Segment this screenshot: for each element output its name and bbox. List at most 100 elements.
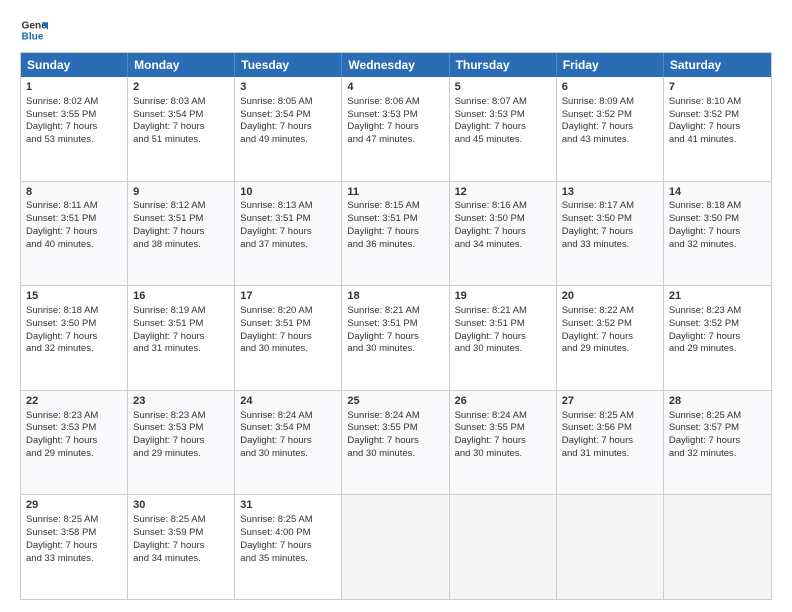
sunset-text: Sunset: 3:53 PM: [455, 109, 525, 120]
page: General Blue SundayMondayTuesdayWednesda…: [0, 0, 792, 612]
daylight-text: Daylight: 7 hours: [347, 121, 418, 132]
day-number: 31: [240, 498, 336, 513]
daylight-text: Daylight: 7 hours: [669, 435, 740, 446]
svg-text:Blue: Blue: [22, 31, 44, 42]
calendar-cell: 11Sunrise: 8:15 AMSunset: 3:51 PMDayligh…: [342, 182, 449, 286]
daylight-text: Daylight: 7 hours: [562, 435, 633, 446]
daylight-text: Daylight: 7 hours: [455, 121, 526, 132]
daylight-text: Daylight: 7 hours: [455, 331, 526, 342]
sunrise-text: Sunrise: 8:02 AM: [26, 96, 98, 107]
day-number: 7: [669, 80, 766, 95]
daylight-minutes: and 30 minutes.: [347, 343, 415, 354]
day-number: 17: [240, 289, 336, 304]
daylight-text: Daylight: 7 hours: [347, 435, 418, 446]
sunset-text: Sunset: 3:51 PM: [240, 318, 310, 329]
calendar-cell: 3Sunrise: 8:05 AMSunset: 3:54 PMDaylight…: [235, 77, 342, 181]
daylight-minutes: and 29 minutes.: [669, 343, 737, 354]
daylight-minutes: and 43 minutes.: [562, 134, 630, 145]
daylight-minutes: and 29 minutes.: [133, 448, 201, 459]
sunrise-text: Sunrise: 8:17 AM: [562, 200, 634, 211]
daylight-minutes: and 32 minutes.: [26, 343, 94, 354]
sunrise-text: Sunrise: 8:19 AM: [133, 305, 205, 316]
calendar-cell: 17Sunrise: 8:20 AMSunset: 3:51 PMDayligh…: [235, 286, 342, 390]
calendar-cell: [450, 495, 557, 599]
sunset-text: Sunset: 3:53 PM: [26, 422, 96, 433]
calendar-cell: 2Sunrise: 8:03 AMSunset: 3:54 PMDaylight…: [128, 77, 235, 181]
sunset-text: Sunset: 3:54 PM: [133, 109, 203, 120]
day-number: 14: [669, 185, 766, 200]
sunrise-text: Sunrise: 8:21 AM: [347, 305, 419, 316]
sunset-text: Sunset: 3:50 PM: [562, 213, 632, 224]
daylight-minutes: and 30 minutes.: [347, 448, 415, 459]
sunrise-text: Sunrise: 8:09 AM: [562, 96, 634, 107]
header-cell-monday: Monday: [128, 53, 235, 77]
sunset-text: Sunset: 3:52 PM: [562, 109, 632, 120]
daylight-text: Daylight: 7 hours: [455, 226, 526, 237]
daylight-text: Daylight: 7 hours: [669, 121, 740, 132]
sunrise-text: Sunrise: 8:20 AM: [240, 305, 312, 316]
sunrise-text: Sunrise: 8:25 AM: [133, 514, 205, 525]
daylight-text: Daylight: 7 hours: [669, 331, 740, 342]
daylight-text: Daylight: 7 hours: [26, 226, 97, 237]
daylight-minutes: and 34 minutes.: [133, 553, 201, 564]
daylight-minutes: and 30 minutes.: [240, 343, 308, 354]
daylight-text: Daylight: 7 hours: [347, 226, 418, 237]
calendar-cell: 10Sunrise: 8:13 AMSunset: 3:51 PMDayligh…: [235, 182, 342, 286]
day-number: 13: [562, 185, 658, 200]
daylight-minutes: and 32 minutes.: [669, 448, 737, 459]
sunrise-text: Sunrise: 8:10 AM: [669, 96, 741, 107]
sunrise-text: Sunrise: 8:21 AM: [455, 305, 527, 316]
calendar-cell: 7Sunrise: 8:10 AMSunset: 3:52 PMDaylight…: [664, 77, 771, 181]
header-cell-wednesday: Wednesday: [342, 53, 449, 77]
daylight-minutes: and 37 minutes.: [240, 239, 308, 250]
header: General Blue: [20, 16, 772, 44]
calendar-cell: 4Sunrise: 8:06 AMSunset: 3:53 PMDaylight…: [342, 77, 449, 181]
daylight-minutes: and 29 minutes.: [562, 343, 630, 354]
calendar-row-5: 29Sunrise: 8:25 AMSunset: 3:58 PMDayligh…: [21, 494, 771, 599]
calendar-cell: 28Sunrise: 8:25 AMSunset: 3:57 PMDayligh…: [664, 391, 771, 495]
daylight-minutes: and 31 minutes.: [133, 343, 201, 354]
calendar-cell: 15Sunrise: 8:18 AMSunset: 3:50 PMDayligh…: [21, 286, 128, 390]
sunrise-text: Sunrise: 8:11 AM: [26, 200, 98, 211]
calendar-cell: [664, 495, 771, 599]
daylight-minutes: and 51 minutes.: [133, 134, 201, 145]
sunrise-text: Sunrise: 8:24 AM: [455, 410, 527, 421]
sunset-text: Sunset: 3:54 PM: [240, 422, 310, 433]
calendar-cell: 6Sunrise: 8:09 AMSunset: 3:52 PMDaylight…: [557, 77, 664, 181]
calendar: SundayMondayTuesdayWednesdayThursdayFrid…: [20, 52, 772, 600]
sunset-text: Sunset: 4:00 PM: [240, 527, 310, 538]
calendar-cell: [342, 495, 449, 599]
sunrise-text: Sunrise: 8:18 AM: [26, 305, 98, 316]
calendar-row-2: 8Sunrise: 8:11 AMSunset: 3:51 PMDaylight…: [21, 181, 771, 286]
sunrise-text: Sunrise: 8:12 AM: [133, 200, 205, 211]
sunrise-text: Sunrise: 8:24 AM: [240, 410, 312, 421]
calendar-cell: 13Sunrise: 8:17 AMSunset: 3:50 PMDayligh…: [557, 182, 664, 286]
sunrise-text: Sunrise: 8:07 AM: [455, 96, 527, 107]
daylight-minutes: and 35 minutes.: [240, 553, 308, 564]
daylight-text: Daylight: 7 hours: [455, 435, 526, 446]
sunset-text: Sunset: 3:51 PM: [26, 213, 96, 224]
daylight-text: Daylight: 7 hours: [240, 121, 311, 132]
sunrise-text: Sunrise: 8:25 AM: [562, 410, 634, 421]
day-number: 22: [26, 394, 122, 409]
day-number: 2: [133, 80, 229, 95]
day-number: 4: [347, 80, 443, 95]
sunset-text: Sunset: 3:55 PM: [455, 422, 525, 433]
calendar-cell: 27Sunrise: 8:25 AMSunset: 3:56 PMDayligh…: [557, 391, 664, 495]
sunrise-text: Sunrise: 8:13 AM: [240, 200, 312, 211]
calendar-cell: 23Sunrise: 8:23 AMSunset: 3:53 PMDayligh…: [128, 391, 235, 495]
sunset-text: Sunset: 3:59 PM: [133, 527, 203, 538]
day-number: 25: [347, 394, 443, 409]
sunset-text: Sunset: 3:51 PM: [240, 213, 310, 224]
calendar-cell: 21Sunrise: 8:23 AMSunset: 3:52 PMDayligh…: [664, 286, 771, 390]
sunrise-text: Sunrise: 8:05 AM: [240, 96, 312, 107]
sunset-text: Sunset: 3:53 PM: [347, 109, 417, 120]
calendar-cell: 16Sunrise: 8:19 AMSunset: 3:51 PMDayligh…: [128, 286, 235, 390]
daylight-minutes: and 38 minutes.: [133, 239, 201, 250]
calendar-cell: 25Sunrise: 8:24 AMSunset: 3:55 PMDayligh…: [342, 391, 449, 495]
daylight-text: Daylight: 7 hours: [26, 121, 97, 132]
calendar-cell: 12Sunrise: 8:16 AMSunset: 3:50 PMDayligh…: [450, 182, 557, 286]
daylight-text: Daylight: 7 hours: [240, 435, 311, 446]
calendar-cell: 19Sunrise: 8:21 AMSunset: 3:51 PMDayligh…: [450, 286, 557, 390]
sunrise-text: Sunrise: 8:23 AM: [669, 305, 741, 316]
